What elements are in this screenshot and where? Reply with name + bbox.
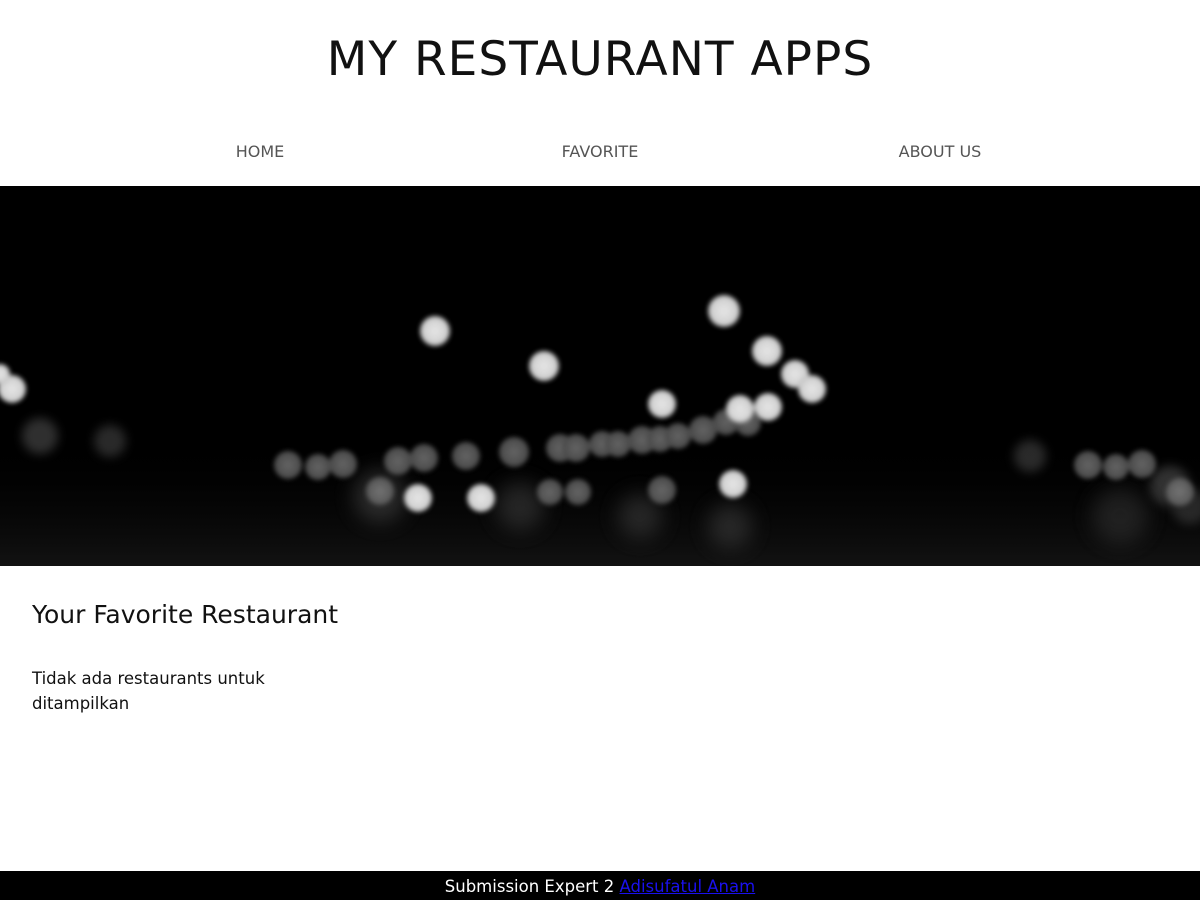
footer-author-link[interactable]: Adisufatul Anam [619,877,755,896]
nav-item-favorite[interactable]: FAVORITE [500,138,700,166]
footer: Submission Expert 2 Adisufatul Anam [0,871,1200,900]
nav-item-about-us[interactable]: ABOUT US [840,138,1040,166]
nav-item-home[interactable]: HOME [160,138,360,166]
main-nav: HOME FAVORITE ABOUT US [0,138,1200,168]
app-header: MY RESTAURANT APPS HOME FAVORITE ABOUT U… [0,0,1200,186]
footer-text: Submission Expert 2 [444,877,615,896]
empty-state-message: Tidak ada restaurants untuk ditampilkan [32,669,265,713]
main-content: Your Favorite Restaurant Tidak ada resta… [0,566,1200,871]
bokeh-lights-image [0,186,1200,566]
hero-banner [0,186,1200,566]
app-title: MY RESTAURANT APPS [326,32,874,87]
page-title: Your Favorite Restaurant [32,600,339,629]
page: MY RESTAURANT APPS HOME FAVORITE ABOUT U… [0,0,1200,900]
